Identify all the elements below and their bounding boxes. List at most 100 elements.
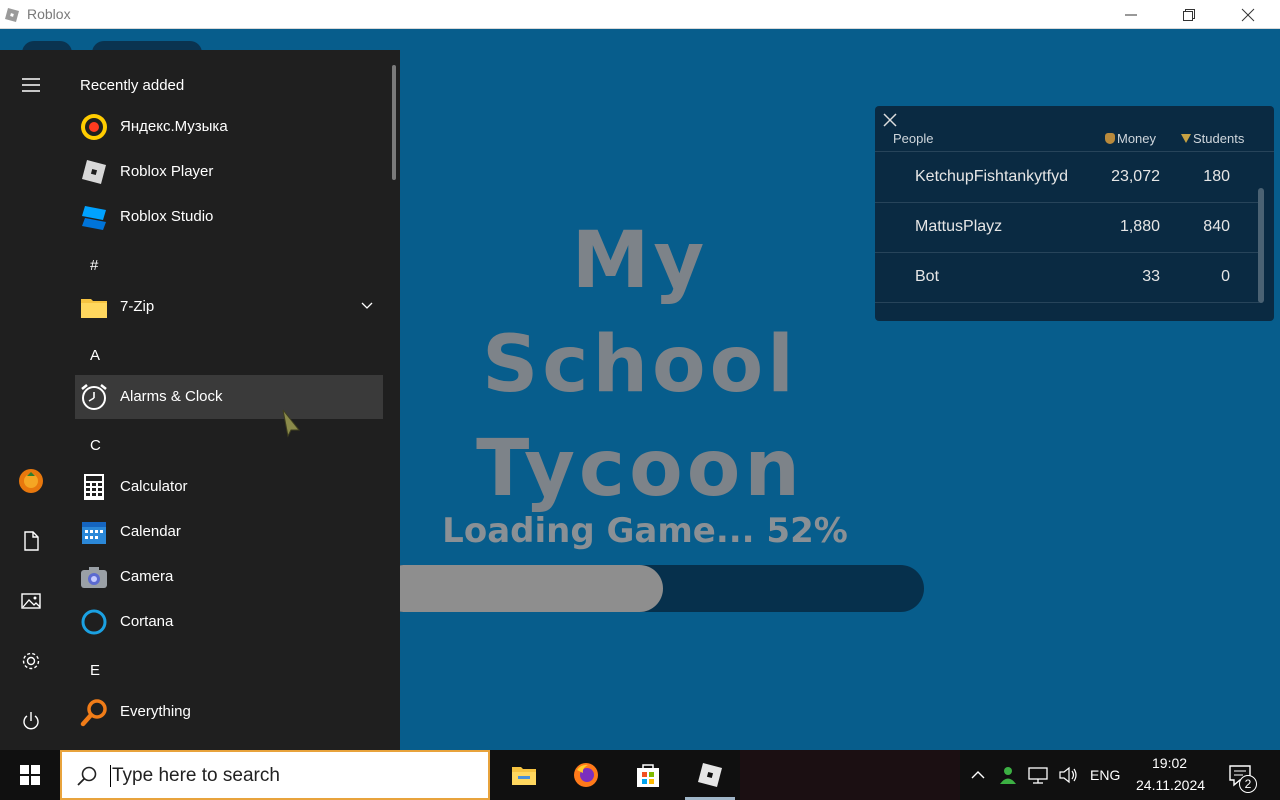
leaderboard-scrollbar[interactable] xyxy=(1258,188,1264,303)
tray-volume[interactable] xyxy=(1057,764,1079,786)
documents-icon xyxy=(24,531,39,551)
app-label: Calendar xyxy=(120,523,181,540)
restore-button[interactable] xyxy=(1160,0,1218,29)
player-name: KetchupFishtankytfyd xyxy=(915,168,1068,185)
restore-icon xyxy=(1183,8,1195,21)
close-icon xyxy=(1241,8,1255,21)
documents-button[interactable] xyxy=(16,526,46,556)
yandex-music-icon xyxy=(81,114,107,140)
game-title-line2: Tycoon xyxy=(476,424,804,514)
leaderboard-row[interactable]: Bot 33 0 xyxy=(875,253,1259,303)
taskbar-file-explorer[interactable] xyxy=(494,750,554,800)
taskbar-firefox[interactable] xyxy=(556,750,616,800)
folder-icon xyxy=(81,299,107,318)
window-title: Roblox xyxy=(27,6,71,22)
app-label: Roblox Player xyxy=(120,163,214,180)
header-students: Students xyxy=(1181,131,1244,146)
app-label: Яндекс.Музыка xyxy=(120,118,228,135)
user-account-button[interactable] xyxy=(16,466,46,496)
app-label: Roblox Studio xyxy=(120,208,214,225)
user-avatar xyxy=(19,469,43,493)
pictures-button[interactable] xyxy=(16,586,46,616)
player-leaderboard: People Money Students KetchupFishtankytf… xyxy=(875,106,1274,321)
app-alarms-clock[interactable]: Alarms & Clock xyxy=(75,375,383,419)
notification-count-badge: 2 xyxy=(1239,775,1257,793)
chevron-up-icon xyxy=(971,771,985,779)
letter-heading-e[interactable]: E xyxy=(90,662,100,679)
desktop-wallpaper-peek xyxy=(740,750,960,800)
taskbar-microsoft-store[interactable] xyxy=(618,750,678,800)
player-money: 33 xyxy=(1142,268,1160,285)
pictures-icon xyxy=(21,593,41,609)
cortana-icon xyxy=(81,609,107,635)
power-icon xyxy=(23,712,39,730)
app-everything[interactable]: Everything xyxy=(75,690,383,734)
network-icon xyxy=(1028,767,1048,784)
app-7zip-folder[interactable]: 7-Zip xyxy=(75,285,383,329)
leaderboard-row[interactable]: MattusPlayz 1,880 840 xyxy=(875,203,1259,253)
letter-heading-a[interactable]: A xyxy=(90,347,100,364)
player-students: 180 xyxy=(1203,168,1230,185)
loading-progress-fill xyxy=(380,565,663,612)
expand-menu-button[interactable] xyxy=(16,70,46,100)
letter-heading-hash[interactable]: # xyxy=(90,257,98,274)
letter-heading-c[interactable]: C xyxy=(90,437,101,454)
clock-date[interactable]: 24.11.2024 xyxy=(1136,777,1205,793)
player-name: MattusPlayz xyxy=(915,218,1003,235)
player-students: 0 xyxy=(1221,268,1230,285)
minimize-button[interactable] xyxy=(1102,0,1160,29)
calendar-icon xyxy=(82,522,106,544)
input-language[interactable]: ENG xyxy=(1090,767,1120,783)
start-menu-scrollbar[interactable] xyxy=(392,65,396,180)
app-label: Alarms & Clock xyxy=(120,388,223,405)
close-button[interactable] xyxy=(1219,0,1277,29)
graduation-cap-icon xyxy=(1181,134,1191,143)
microsoft-store-icon xyxy=(637,764,659,787)
loading-text: Loading Game... 52% xyxy=(442,511,848,551)
volume-icon xyxy=(1059,766,1077,784)
show-hidden-icons-button[interactable] xyxy=(967,764,989,786)
taskbar-roblox[interactable] xyxy=(680,750,740,800)
game-title-line1: My School xyxy=(482,216,798,410)
power-button[interactable] xyxy=(16,706,46,736)
roblox-logo-icon xyxy=(5,8,19,22)
app-calendar[interactable]: Calendar xyxy=(75,510,383,554)
game-title: My School Tycoon xyxy=(400,209,880,521)
tray-user-app[interactable] xyxy=(997,764,1019,786)
money-bag-icon xyxy=(1105,133,1115,144)
tray-network[interactable] xyxy=(1027,764,1049,786)
settings-button[interactable] xyxy=(16,646,46,676)
app-label: 7-Zip xyxy=(120,298,155,315)
header-people: People xyxy=(893,131,934,146)
leaderboard-row[interactable]: KetchupFishtankytfyd 23,072 180 xyxy=(875,153,1259,203)
alarm-clock-icon xyxy=(81,384,107,410)
everything-search-icon xyxy=(80,699,107,727)
loading-progress-bar xyxy=(380,565,924,612)
recently-added-heading: Recently added xyxy=(80,77,185,94)
leaderboard-header: People Money Students xyxy=(875,128,1274,152)
roblox-icon xyxy=(698,763,722,787)
app-yandex-music[interactable]: Яндекс.Музыка xyxy=(75,105,383,149)
window-titlebar: Roblox xyxy=(0,0,1280,29)
app-roblox-player[interactable]: Roblox Player xyxy=(75,150,383,194)
windows-logo-icon xyxy=(20,765,40,785)
text-caret xyxy=(110,765,111,787)
app-label: Calculator xyxy=(120,478,188,495)
camera-icon xyxy=(81,567,107,588)
taskbar: Type here to search ENG 19:02 24.11.2024… xyxy=(0,750,1280,800)
app-cortana[interactable]: Cortana xyxy=(75,600,383,644)
app-calculator[interactable]: Calculator xyxy=(75,465,383,509)
firefox-icon xyxy=(574,763,598,787)
header-money: Money xyxy=(1105,131,1156,146)
taskbar-search-input[interactable]: Type here to search xyxy=(60,750,490,800)
player-students: 840 xyxy=(1203,218,1230,235)
app-roblox-studio[interactable]: Roblox Studio xyxy=(75,195,383,239)
green-user-icon xyxy=(1000,767,1016,784)
hamburger-icon xyxy=(22,78,40,92)
clock-time[interactable]: 19:02 xyxy=(1152,755,1187,771)
player-money: 23,072 xyxy=(1111,168,1160,185)
app-camera[interactable]: Camera xyxy=(75,555,383,599)
start-button[interactable] xyxy=(0,750,60,800)
leaderboard-close-icon[interactable] xyxy=(883,113,897,127)
minimize-icon xyxy=(1125,14,1137,15)
